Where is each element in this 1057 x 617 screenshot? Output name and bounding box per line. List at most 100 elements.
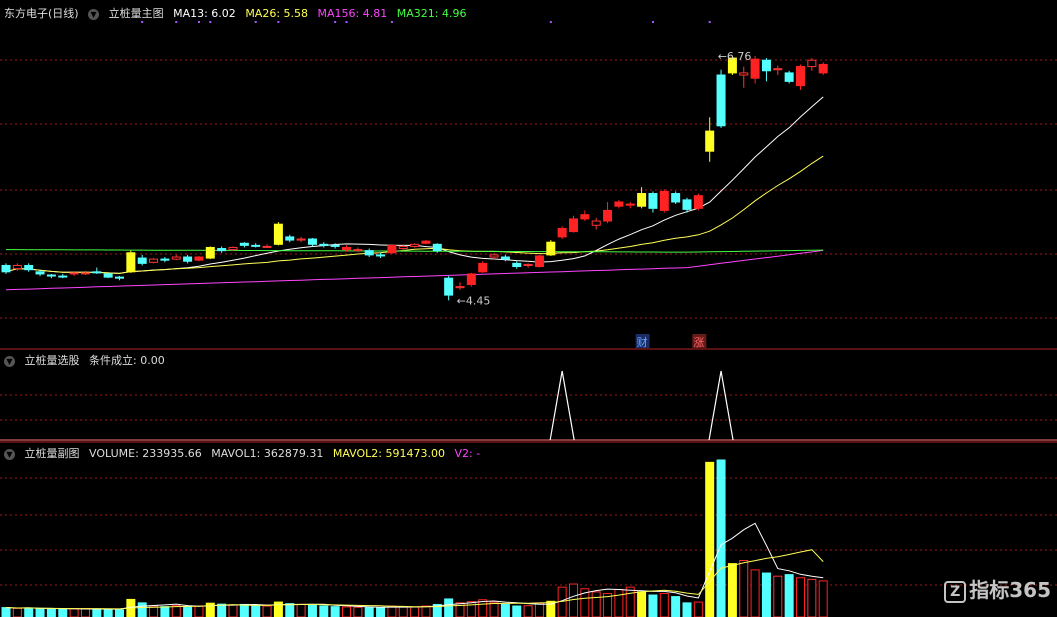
top-marker-dot	[197, 21, 200, 23]
top-marker-dot	[254, 21, 257, 23]
top-marker-dot	[390, 21, 393, 23]
top-marker-dot	[345, 21, 348, 23]
candle-body	[818, 63, 828, 74]
candle-body	[35, 271, 45, 275]
candle-body	[512, 262, 522, 268]
candle-body	[183, 256, 193, 262]
top-marker-dot	[651, 21, 654, 23]
volume-bar	[671, 596, 681, 617]
candle-body	[648, 193, 658, 209]
volume-bar	[364, 607, 374, 617]
volume-bar	[376, 607, 386, 617]
volume-bar	[307, 604, 317, 617]
candle-body	[671, 193, 681, 203]
volume-bar	[285, 603, 295, 617]
volume-bar	[183, 606, 193, 617]
candle-body	[739, 72, 749, 76]
volume-bar	[807, 578, 817, 617]
candle-body	[46, 274, 56, 277]
candle-body	[126, 252, 136, 273]
candle-body	[194, 256, 204, 261]
candle-body	[342, 246, 351, 251]
candle-body	[659, 190, 669, 211]
main-indicator-name[interactable]: 立桩量主图	[109, 7, 164, 20]
volume-bar	[319, 605, 329, 617]
candle-body	[750, 58, 760, 79]
candle-body	[251, 244, 261, 247]
volume-bar	[46, 608, 56, 617]
candle-body	[807, 59, 817, 68]
volume-bar	[115, 609, 124, 617]
candle-body	[546, 241, 556, 256]
volume-bar	[103, 608, 113, 617]
volume-bar	[466, 601, 476, 617]
candle-body	[273, 223, 283, 245]
candle-body	[500, 256, 510, 260]
candle-body	[637, 193, 647, 207]
collapse-icon[interactable]: ▼	[4, 355, 15, 367]
volume-bar	[489, 601, 499, 617]
candle-body	[387, 244, 397, 254]
volume-bar	[716, 459, 726, 617]
candle-body	[693, 195, 703, 209]
collapse-icon[interactable]: ▼	[4, 448, 15, 460]
volume-bar	[262, 605, 272, 617]
candle-body	[307, 238, 317, 245]
candle-body	[364, 250, 374, 256]
volume-indicator-name[interactable]: 立桩量副图	[25, 447, 80, 460]
ma13-label: MA13: 6.02	[173, 7, 236, 20]
volume-bar	[1, 607, 11, 617]
candle-body	[682, 199, 692, 210]
candle-body	[410, 243, 420, 247]
volume-bar	[739, 559, 749, 617]
top-marker-dot	[141, 21, 144, 23]
volume-bar	[784, 574, 794, 617]
candle-body	[580, 214, 590, 220]
volume-bar	[591, 591, 601, 617]
candle-body	[444, 277, 454, 296]
volume-bar	[69, 608, 79, 617]
volume-bar	[750, 569, 760, 617]
volume-bar	[569, 583, 578, 617]
top-marker-dot	[175, 21, 178, 23]
top-marker-dot	[209, 21, 212, 23]
volume-bar	[500, 603, 510, 617]
watermark-logo-icon: Z	[944, 580, 967, 603]
candle-body	[92, 271, 102, 274]
top-marker-dot	[277, 21, 280, 23]
volume-bar	[796, 577, 805, 617]
volume-bar	[171, 605, 181, 617]
volume-bar	[24, 607, 34, 617]
volume-bar	[398, 606, 408, 617]
volume-label: VOLUME: 233935.66	[89, 447, 202, 460]
volume-bar	[239, 603, 249, 617]
volume-bar	[682, 602, 692, 617]
candle-body	[705, 130, 715, 152]
volume-bar	[637, 591, 647, 617]
volume-bar	[35, 608, 45, 617]
candle-body	[523, 263, 533, 266]
top-marker-dot	[708, 21, 711, 23]
volume-bar	[761, 572, 771, 617]
candle-body	[285, 236, 295, 241]
volume-bar	[58, 608, 68, 617]
candle-body	[761, 59, 771, 72]
signal-indicator-name[interactable]: 立桩量选股	[25, 354, 80, 367]
candle-body	[80, 272, 90, 275]
volume-bar	[137, 602, 147, 617]
collapse-icon[interactable]: ▼	[88, 8, 100, 20]
candle-body	[773, 68, 783, 71]
ma156-label: MA156: 4.81	[317, 7, 388, 20]
volume-bar	[818, 580, 828, 617]
candle-body	[217, 248, 227, 252]
volume-bar	[727, 563, 737, 617]
volume-bar	[523, 605, 533, 617]
volume-bar	[421, 605, 431, 617]
event-marker-text: 财	[637, 335, 648, 349]
volume-bar	[705, 461, 715, 617]
watermark: Z 指标365	[944, 574, 1051, 603]
volume-bar	[353, 606, 363, 617]
candle-body	[319, 243, 329, 246]
volume-bar	[251, 605, 261, 617]
volume-bar	[693, 601, 703, 617]
